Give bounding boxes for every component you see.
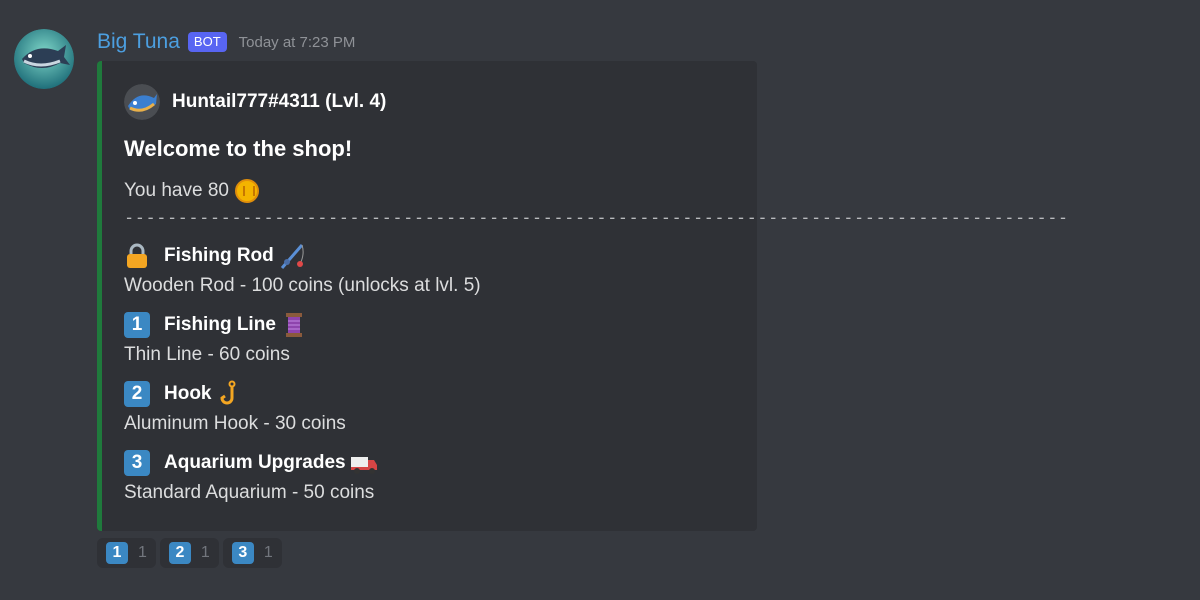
keycap-3-icon: 3 <box>231 542 254 564</box>
bot-tag: BOT <box>187 32 227 52</box>
divider: ----------------------------------------… <box>124 208 1069 228</box>
item-name: Hook <box>164 383 212 404</box>
author-name: Huntail777#4311 (Lvl. 4) <box>172 91 387 112</box>
message-header: Big Tuna BOT Today at 7:23 PM <box>97 29 355 55</box>
reaction-1[interactable]: 1 1 <box>97 538 156 568</box>
coin-icon <box>234 179 259 203</box>
shop-item-fishing-line: 1 Fishing Line Thin Line - 60 coins <box>124 310 308 366</box>
balance-line: You have 80 <box>124 179 259 203</box>
fishing-pole-icon <box>278 242 306 270</box>
item-name: Aquarium Upgrades <box>164 452 346 473</box>
keycap-2-icon: 2 <box>168 542 191 564</box>
username[interactable]: Big Tuna <box>97 30 180 54</box>
balance-text: You have 80 <box>124 180 229 201</box>
shop-item-hook: 2 Hook Aluminum Hook - 30 coins <box>124 379 346 435</box>
reaction-count: 1 <box>200 544 210 561</box>
chat-message: Big Tuna BOT Today at 7:23 PM Huntail777… <box>0 0 1200 600</box>
keycap-3-icon: 3 <box>124 450 150 476</box>
item-description: Aluminum Hook - 30 coins <box>124 413 346 434</box>
reaction-2[interactable]: 2 1 <box>159 538 219 568</box>
item-name: Fishing Rod <box>164 245 274 266</box>
embed-author: Huntail777#4311 (Lvl. 4) <box>124 84 386 120</box>
reaction-3[interactable]: 3 1 <box>222 538 282 568</box>
keycap-1-icon: 1 <box>106 542 128 564</box>
reaction-count: 1 <box>138 544 147 561</box>
shop-embed: Huntail777#4311 (Lvl. 4) Welcome to the … <box>97 61 1068 531</box>
reactions-bar: 1 1 2 1 3 1 <box>97 538 282 568</box>
shop-item-aquarium-upgrades: 3 Aquarium Upgrades Standard Aquarium - … <box>124 448 378 504</box>
item-description: Wooden Rod - 100 coins (unlocks at lvl. … <box>124 275 481 296</box>
keycap-2-icon: 2 <box>124 381 150 407</box>
hook-icon <box>216 380 244 408</box>
item-description: Standard Aquarium - 50 coins <box>124 482 375 503</box>
shop-item-fishing-rod: Fishing Rod Wooden Rod - 100 coins (unlo… <box>124 241 481 297</box>
item-name: Fishing Line <box>164 314 276 335</box>
author-avatar <box>124 84 160 120</box>
lock-icon <box>124 243 150 269</box>
item-description: Thin Line - 60 coins <box>124 344 290 365</box>
timestamp[interactable]: Today at 7:23 PM <box>239 34 356 51</box>
bot-avatar[interactable] <box>14 29 74 89</box>
truck-icon <box>350 449 378 477</box>
thread-spool-icon <box>280 311 308 339</box>
embed-title: Welcome to the shop! <box>124 136 353 161</box>
keycap-1-icon: 1 <box>124 312 150 338</box>
reaction-count: 1 <box>263 544 273 561</box>
